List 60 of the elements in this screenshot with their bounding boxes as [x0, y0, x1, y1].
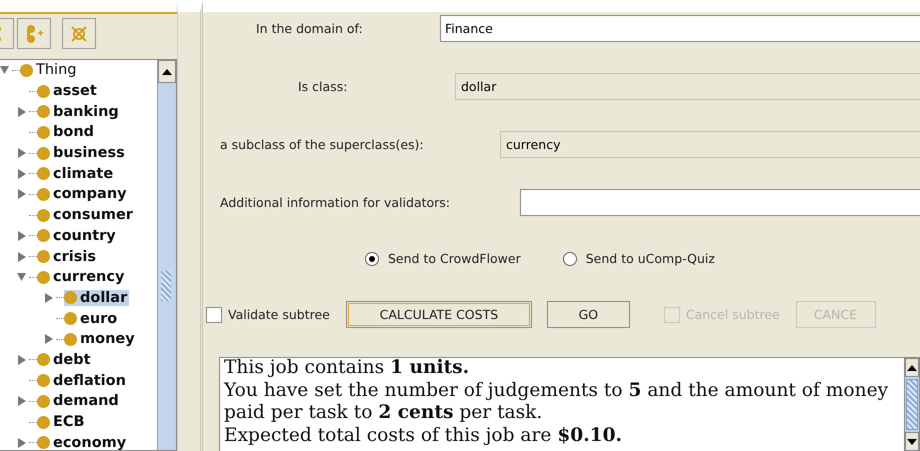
- tree-item[interactable]: debt: [37, 352, 93, 368]
- expand-arrow-icon[interactable]: [17, 396, 27, 406]
- expand-arrow-icon[interactable]: [17, 438, 27, 448]
- tree-item[interactable]: country: [37, 228, 118, 244]
- expand-arrow-icon[interactable]: [17, 252, 27, 262]
- summary-text: paid per task to 2 cents per task.: [224, 401, 544, 425]
- expand-arrow-icon[interactable]: [17, 230, 27, 241]
- field-label: a subclass of the superclass(es):: [220, 137, 425, 152]
- tree-item[interactable]: money: [64, 331, 137, 348]
- tree-item[interactable]: bond: [37, 124, 96, 140]
- tree-item[interactable]: Thing: [20, 62, 78, 78]
- calculate-costs-button[interactable]: CALCULATE COSTS: [346, 301, 532, 328]
- tree-item[interactable]: ECB: [37, 414, 87, 430]
- expand-arrow-icon[interactable]: [17, 106, 27, 117]
- go-button[interactable]: GO: [546, 301, 630, 328]
- expand-arrow-icon[interactable]: [17, 168, 27, 179]
- class-field[interactable]: dollar: [455, 73, 920, 100]
- radio-option[interactable]: Send to CrowdFlower: [365, 251, 521, 266]
- tree-item[interactable]: business: [37, 145, 127, 162]
- toolbar-button[interactable]: [62, 18, 96, 49]
- tree-item[interactable]: asset: [37, 83, 99, 100]
- summary-text: This job contains 1 units.: [224, 358, 470, 380]
- scroll-thumb[interactable]: [161, 271, 171, 301]
- radio-option[interactable]: Send to uComp-Quiz: [562, 251, 715, 266]
- tree-item[interactable]: consumer: [37, 207, 135, 224]
- collapse-arrow-icon[interactable]: [17, 272, 27, 282]
- add-node-icon: [24, 24, 44, 44]
- field-label: Is class:: [298, 79, 348, 94]
- superclass-field[interactable]: currency: [500, 131, 920, 158]
- tree-item[interactable]: currency: [37, 269, 126, 286]
- domain-field[interactable]: Finance: [440, 15, 920, 42]
- toolbar-button[interactable]: [17, 18, 51, 49]
- expand-arrow-icon[interactable]: [17, 189, 27, 200]
- summary-text: You have set the number of judgements to 5 and the amount of money: [224, 378, 890, 402]
- tree-item[interactable]: demand: [37, 393, 121, 410]
- checkbox[interactable]: Validate subtree: [206, 306, 330, 322]
- scroll-thumb[interactable]: [906, 379, 918, 430]
- tree-item[interactable]: climate: [37, 166, 116, 182]
- scroll-down-icon[interactable]: [907, 438, 917, 444]
- expand-arrow-icon[interactable]: [17, 148, 27, 158]
- delete-node-icon: [69, 24, 89, 44]
- scrollbar[interactable]: [904, 358, 919, 451]
- tree-item[interactable]: deflation: [37, 372, 128, 389]
- scrollbar[interactable]: [157, 60, 176, 450]
- tree-item[interactable]: dollar: [64, 290, 130, 306]
- summary-text: Expected total costs of this job are $0.10.: [224, 424, 624, 448]
- tree-item[interactable]: company: [37, 186, 129, 202]
- tree-item[interactable]: economy: [37, 434, 128, 450]
- field-label: In the domain of:: [256, 21, 364, 36]
- tree-item[interactable]: euro: [64, 310, 120, 327]
- expand-arrow-icon[interactable]: [44, 334, 54, 344]
- expand-arrow-icon[interactable]: [44, 292, 54, 303]
- validator-info-field[interactable]: [520, 189, 920, 216]
- tree-item[interactable]: banking: [37, 104, 121, 120]
- expand-arrow-icon[interactable]: [17, 354, 27, 365]
- collapse-arrow-icon[interactable]: [0, 65, 10, 76]
- field-label: Additional information for validators:: [220, 195, 452, 210]
- scroll-up-icon[interactable]: [907, 364, 917, 370]
- tree-item[interactable]: crisis: [37, 248, 98, 265]
- scroll-up-icon[interactable]: [162, 68, 172, 74]
